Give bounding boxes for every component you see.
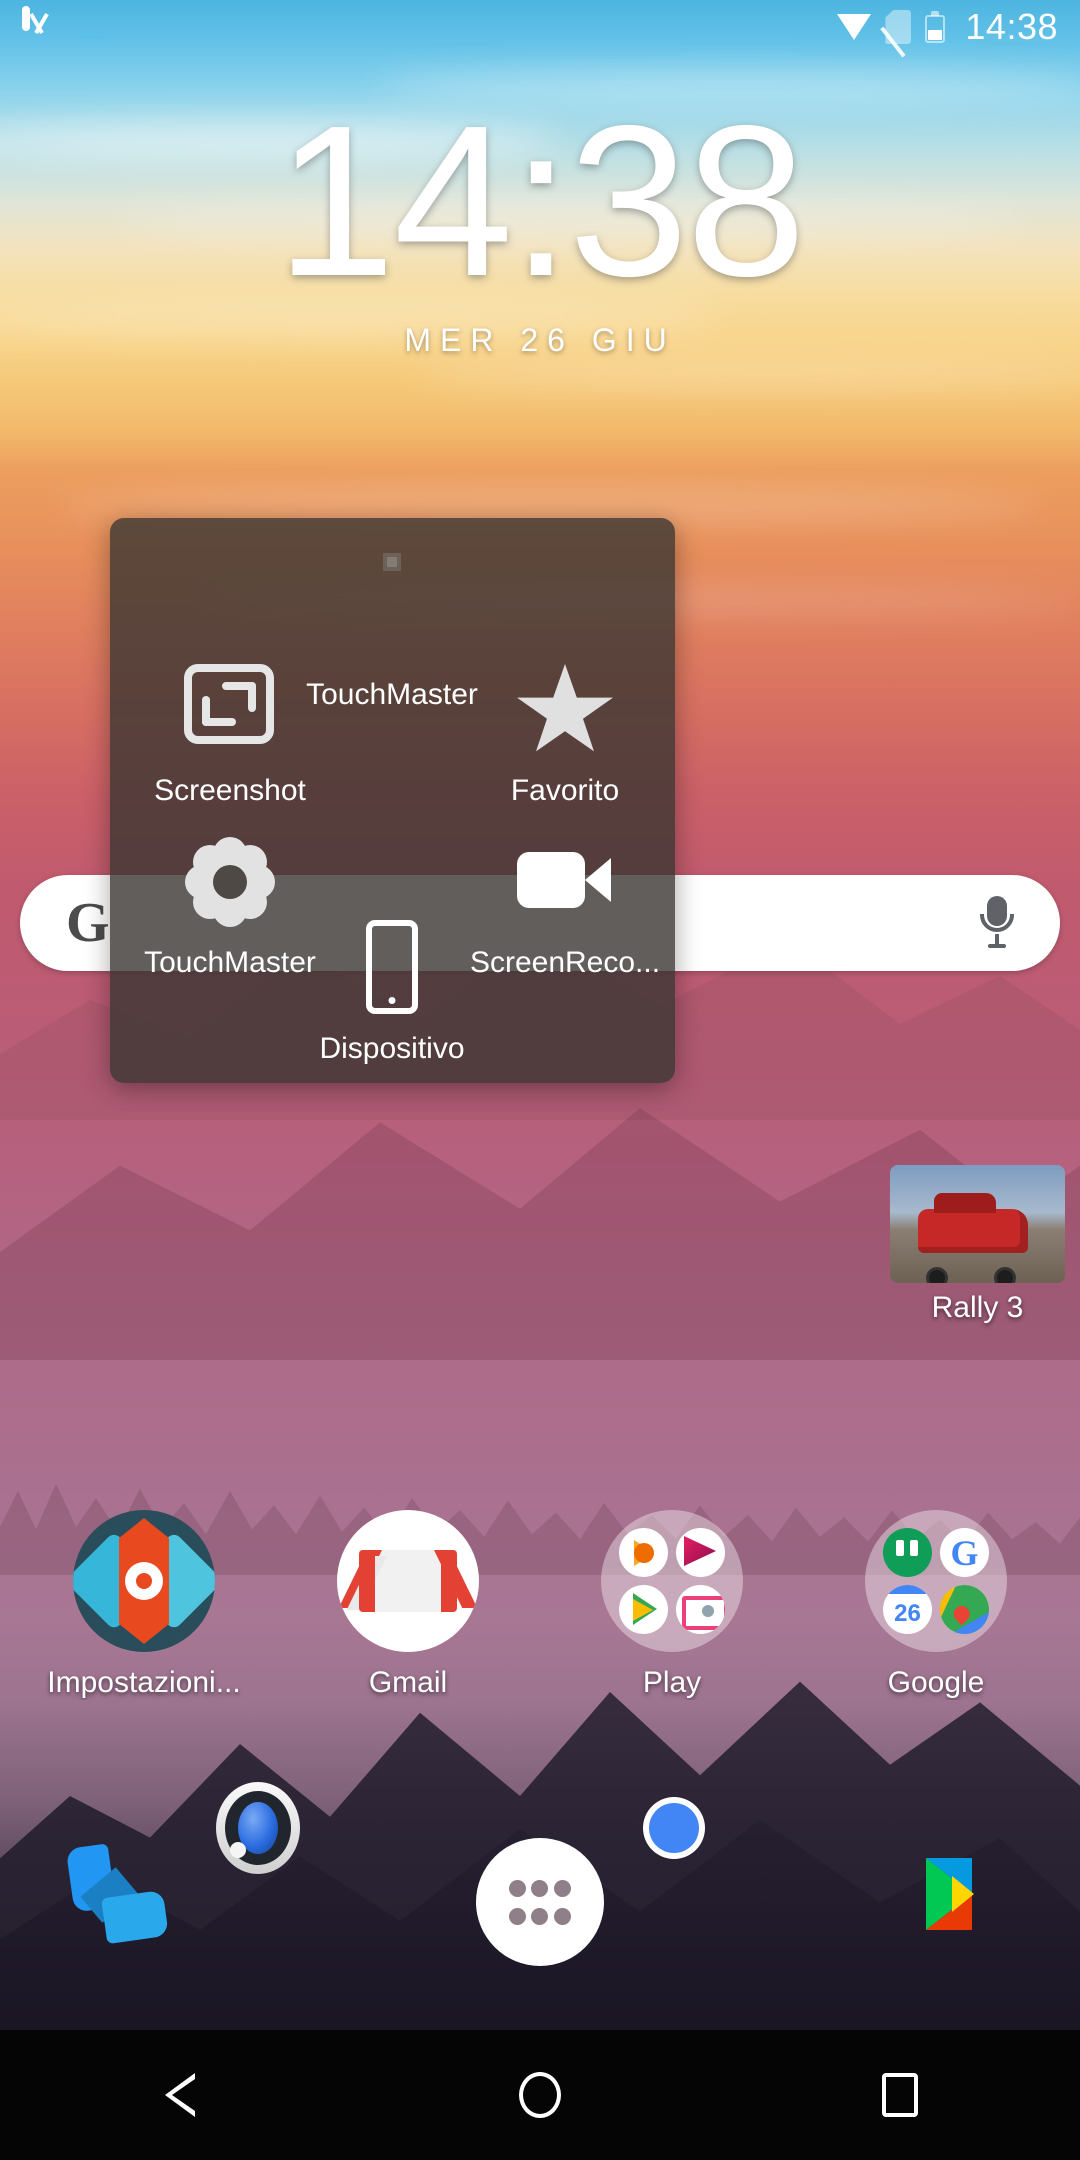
google-search-icon: G xyxy=(940,1528,989,1577)
clock-widget-time: 14:38 xyxy=(275,80,806,321)
touchmaster-item-label: Screenshot xyxy=(154,774,306,807)
home-circle-icon xyxy=(519,2072,561,2118)
status-bar[interactable]: 14:38 xyxy=(0,0,1080,58)
app-folder-google[interactable]: G 26 Google xyxy=(821,1510,1051,1700)
app-row: Impostazioni... Gmail Play G 26 Google xyxy=(0,1510,1080,1700)
settings-icon xyxy=(73,1510,215,1652)
camera-icon[interactable] xyxy=(216,1782,406,1976)
touchmaster-item-label: ScreenReco... xyxy=(469,946,661,979)
game-shortcut-label: Rally 3 xyxy=(931,1291,1024,1324)
play-store-icon[interactable] xyxy=(882,1828,1030,1976)
clock-widget-date: MER 26 GIU xyxy=(404,322,676,358)
calendar-day: 26 xyxy=(894,1600,921,1627)
game-thumbnail xyxy=(890,1165,1065,1283)
app-drawer-icon[interactable] xyxy=(466,1828,614,1976)
status-bar-notifications xyxy=(22,6,837,44)
app-gmail[interactable]: Gmail xyxy=(293,1510,523,1700)
app-label: Gmail xyxy=(368,1666,448,1699)
blank-notification-icon xyxy=(126,10,160,44)
hangouts-icon xyxy=(883,1528,932,1577)
star-icon xyxy=(513,658,617,762)
play-newsstand-icon xyxy=(676,1585,725,1634)
gear-flower-icon xyxy=(178,830,282,934)
google-folder-icon: G 26 xyxy=(865,1510,1007,1652)
back-button[interactable] xyxy=(120,2035,240,2155)
recents-button[interactable] xyxy=(840,2035,960,2155)
play-music-icon xyxy=(619,1528,668,1577)
crop-frame-icon xyxy=(178,658,282,762)
status-bar-clock: 14:38 xyxy=(965,6,1058,47)
status-bar-system-icons: 14:38 xyxy=(837,6,1058,58)
phone-device-icon xyxy=(340,916,444,1020)
navigation-bar xyxy=(0,2030,1080,2160)
wifi-icon xyxy=(837,14,872,40)
video-camera-icon xyxy=(513,830,617,934)
chrome-icon[interactable] xyxy=(643,1797,822,1976)
touchmaster-favorito-button[interactable]: Favorito xyxy=(465,658,665,808)
back-triangle-icon xyxy=(165,2073,195,2117)
app-impostazioni[interactable]: Impostazioni... xyxy=(29,1510,259,1700)
no-sim-icon xyxy=(881,10,912,58)
touchmaster-item-label: Favorito xyxy=(510,774,620,807)
phone-icon[interactable] xyxy=(50,1828,198,1976)
google-g-icon: G xyxy=(66,892,110,954)
gmail-icon xyxy=(337,1510,479,1652)
touchmaster-screenshot-button[interactable]: Screenshot xyxy=(130,658,330,808)
touchmaster-dispositivo-button[interactable]: Dispositivo xyxy=(292,916,492,1066)
play-folder-icon xyxy=(601,1510,743,1652)
app-label: Play xyxy=(642,1666,702,1699)
dock xyxy=(0,1782,1080,1992)
game-shortcut-rally[interactable]: Rally 3 xyxy=(890,1165,1065,1325)
cloud xyxy=(60,488,1040,522)
touchmaster-item-label: Dispositivo xyxy=(319,1032,465,1065)
maps-icon xyxy=(940,1585,989,1634)
play-store-icon xyxy=(619,1585,668,1634)
clock-widget[interactable]: 14:38 MER 26 GIU xyxy=(0,80,1080,359)
gmail-notification-icon xyxy=(22,6,56,44)
app-label: Google xyxy=(887,1666,985,1699)
play-movies-icon xyxy=(676,1528,725,1577)
app-label: Impostazioni... xyxy=(47,1666,241,1699)
circle-button-icon xyxy=(340,562,444,666)
touchmaster-overlay-panel[interactable]: TouchMaster Screenshot Favorito TouchMas… xyxy=(110,518,675,1083)
microphone-icon[interactable] xyxy=(980,896,1014,950)
home-screen: 14:38 14:38 MER 26 GIU G Rally 3 Imposta… xyxy=(0,0,1080,2160)
cloud xyxy=(420,360,1080,390)
battery-icon xyxy=(925,11,946,43)
recents-square-icon xyxy=(882,2073,918,2117)
app-folder-play[interactable]: Play xyxy=(557,1510,787,1700)
photos-notification-icon xyxy=(74,10,108,44)
touchmaster-screenrecorder-button[interactable]: ScreenReco... xyxy=(465,830,665,980)
calendar-icon: 26 xyxy=(883,1585,932,1634)
wheel xyxy=(994,1267,1016,1283)
home-button[interactable] xyxy=(480,2035,600,2155)
wheel xyxy=(926,1267,948,1283)
car-graphic xyxy=(918,1193,1028,1253)
